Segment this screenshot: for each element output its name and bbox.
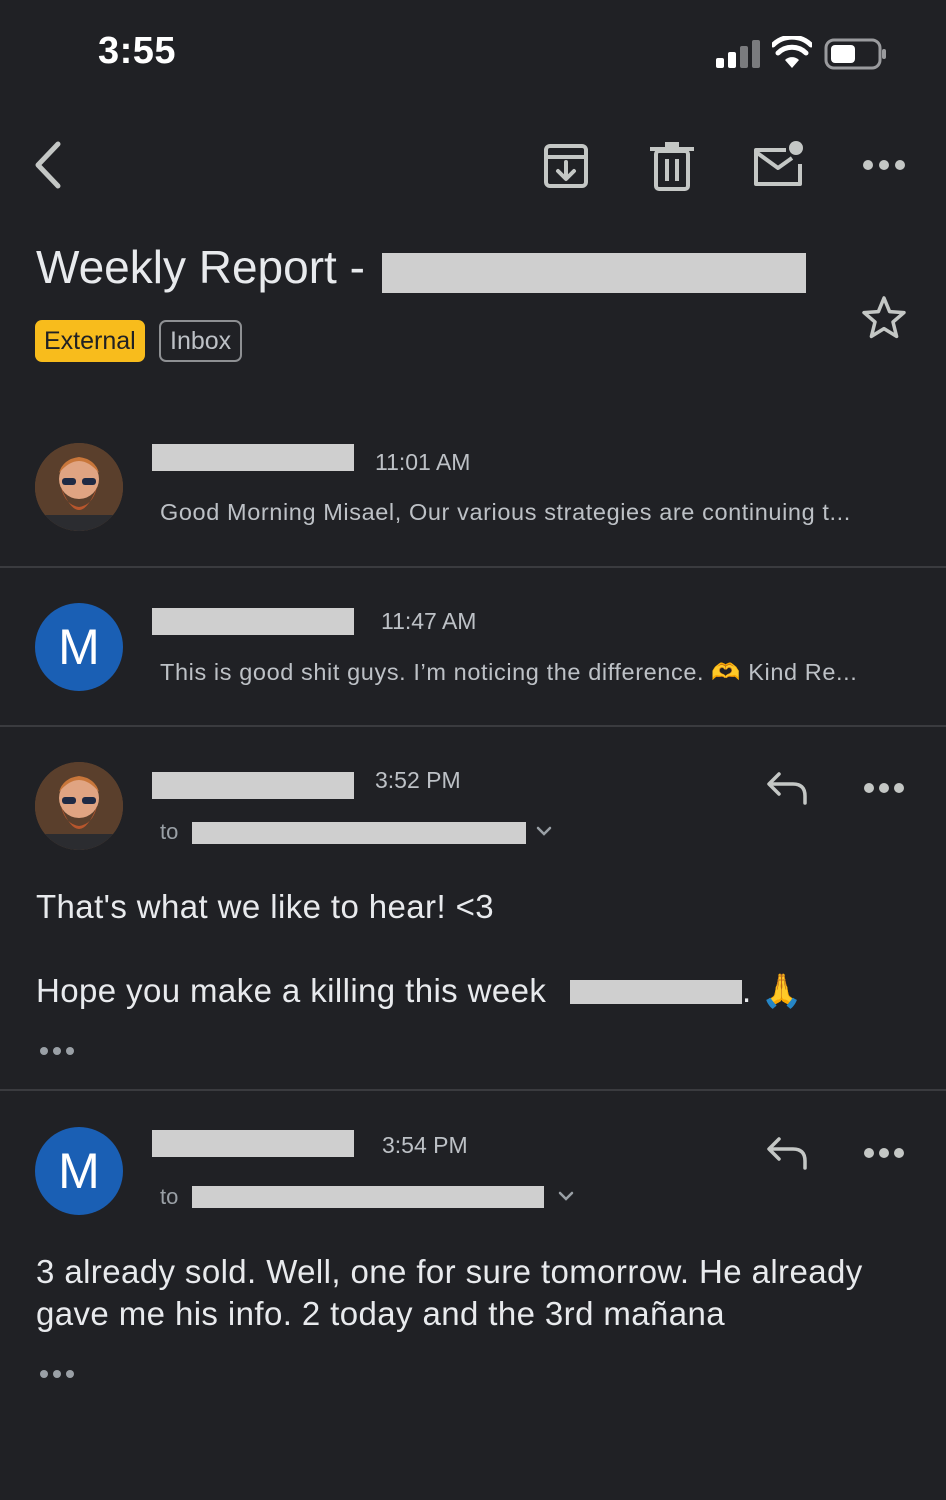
email-subject: Weekly Report - (36, 241, 365, 293)
redacted-recipients (192, 1186, 544, 1208)
redacted-subject (382, 253, 806, 293)
chevron-down-icon[interactable] (557, 1189, 575, 1203)
redacted-recipients (192, 822, 526, 844)
message-time: 3:52 PM (375, 767, 461, 793)
divider (0, 725, 946, 727)
show-trimmed-content-icon[interactable] (38, 1043, 78, 1059)
mark-unread-icon[interactable] (750, 140, 808, 188)
avatar-letter: M (58, 1143, 100, 1199)
message-time: 11:01 AM (375, 449, 471, 475)
more-icon[interactable] (860, 150, 908, 180)
redacted-sender (152, 1130, 354, 1157)
to-label: to (160, 819, 179, 844)
chevron-down-icon[interactable] (535, 824, 553, 838)
wifi-icon (772, 36, 812, 68)
label-inbox[interactable]: Inbox (159, 320, 243, 362)
message-time: 3:54 PM (382, 1132, 468, 1158)
redacted-sender (152, 608, 354, 635)
message-body-line: 3 already sold. Well, one for sure tomor… (36, 1253, 863, 1290)
redacted-name (570, 980, 742, 1004)
archive-icon[interactable] (540, 140, 592, 192)
to-label: to (160, 1184, 179, 1209)
sender-avatar (35, 443, 123, 531)
reply-icon[interactable] (765, 1135, 809, 1171)
message-body-line: Hope you make a killing this week (36, 972, 547, 1009)
label-external: External (35, 320, 145, 362)
back-icon[interactable] (28, 140, 72, 190)
sender-avatar (35, 762, 123, 850)
delete-icon[interactable] (648, 140, 696, 192)
message-body-end: . 🙏 (742, 972, 803, 1009)
sender-avatar: M (35, 1127, 123, 1215)
divider (0, 566, 946, 568)
redacted-sender (152, 772, 354, 799)
more-icon[interactable] (862, 775, 906, 801)
battery-icon (824, 38, 886, 70)
message-snippet[interactable]: This is good shit guys. I’m noticing the… (160, 658, 857, 686)
signal-icon (716, 40, 760, 68)
message-body-line: gave me his info. 2 today and the 3rd ma… (36, 1295, 726, 1332)
show-trimmed-content-icon[interactable] (38, 1366, 78, 1382)
message-body-line: That's what we like to hear! <3 (36, 888, 495, 925)
message-time: 11:47 AM (381, 608, 477, 634)
reply-icon[interactable] (765, 770, 809, 806)
more-icon[interactable] (862, 1140, 906, 1166)
sender-avatar: M (35, 603, 123, 691)
status-time: 3:55 (98, 30, 177, 72)
divider (0, 1089, 946, 1091)
redacted-sender (152, 444, 354, 471)
avatar-letter: M (58, 619, 100, 675)
star-icon[interactable] (860, 294, 908, 342)
message-snippet[interactable]: Good Morning Misael, Our various strateg… (160, 499, 851, 526)
